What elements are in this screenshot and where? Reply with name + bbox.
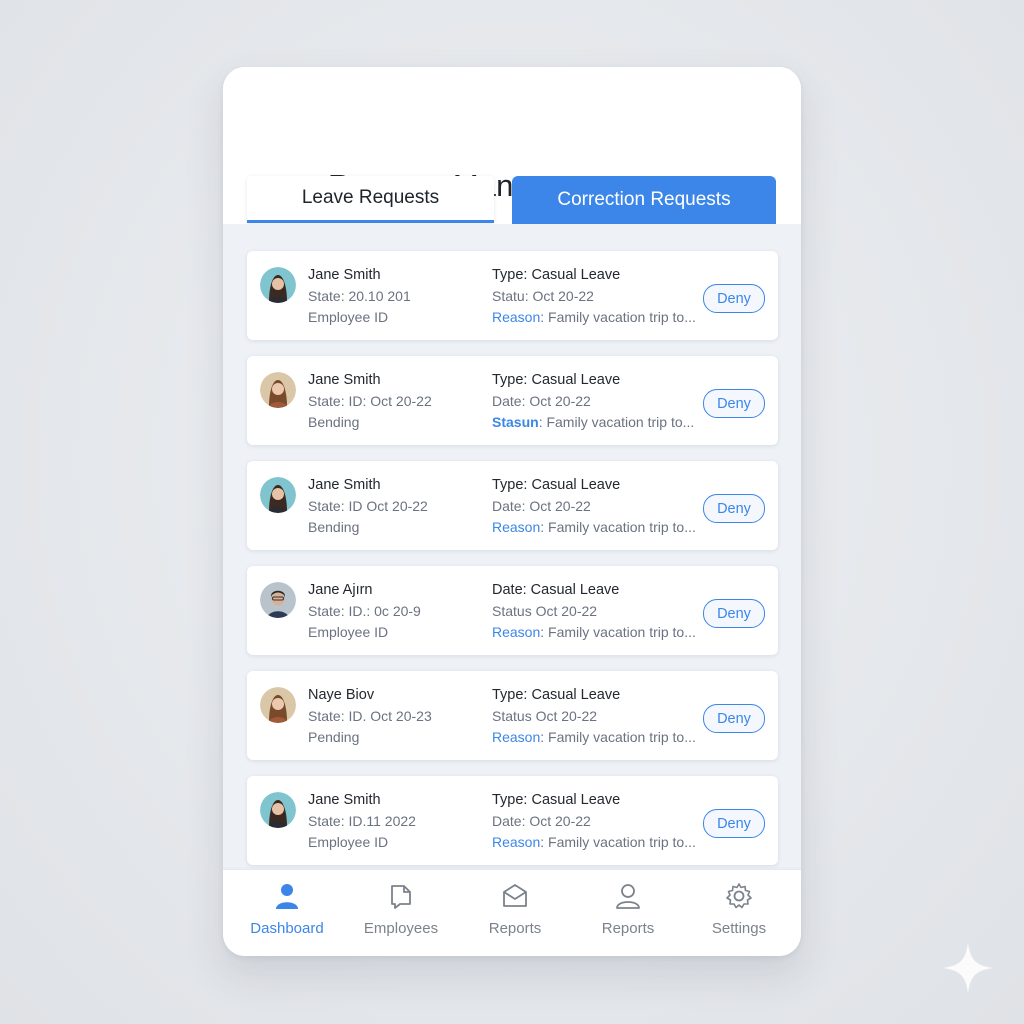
employee-name: Naye Biov (308, 687, 375, 703)
employee-name: Jane Smith (308, 372, 381, 388)
request-card[interactable]: Jane Smith State: ID.11 2022 Employee ID… (247, 776, 778, 865)
document-icon (391, 885, 411, 909)
reason-text: : Family vacation trip to... (540, 729, 696, 745)
reason-text: : Family vacation trip to... (540, 834, 696, 850)
sparkle-icon (942, 942, 994, 994)
employee-status: Bending (308, 519, 360, 535)
nav-label: Settings (711, 920, 767, 937)
employee-name: Jane Smith (308, 792, 381, 808)
nav-settings[interactable]: Settings (684, 870, 794, 956)
request-reason: Reason: Family vacation trip to... (492, 834, 696, 850)
reason-text: : Family vacation trip to... (540, 309, 696, 325)
reason-label: Reason (492, 309, 541, 325)
nav-reports-2[interactable]: Reports (573, 870, 683, 956)
employee-status: Bending (308, 414, 360, 430)
app-window: Request Management Leave Requests Correc… (223, 67, 801, 956)
request-type: Type: Casual Leave (492, 372, 621, 388)
nav-label: Reports (601, 920, 655, 937)
mail-icon (503, 884, 527, 907)
employee-status: Employee ID (308, 834, 389, 850)
reason-label: Reason (492, 834, 541, 850)
employee-status: Pending (308, 729, 360, 745)
nav-dashboard[interactable]: Dashboard (232, 870, 342, 956)
deny-button[interactable]: Deny (703, 389, 765, 418)
employee-state: State: ID.11 2022 (308, 813, 416, 829)
nav-label: Dashboard (250, 920, 324, 937)
reason-label: Reason (492, 519, 541, 535)
employee-status: Employee ID (308, 624, 389, 640)
employee-state: State: ID.: 0c 20-9 (308, 603, 421, 619)
request-reason: Reason: Family vacation trip to... (492, 519, 696, 535)
request-list: Jane Smith State: 20.10 201 Employee ID … (223, 224, 801, 870)
request-card[interactable]: Jane Smith State: ID Oct 20-22 Bending T… (247, 461, 778, 550)
request-date: Date: Oct 20-22 (492, 813, 591, 829)
reason-text: : Family vacation trip to... (540, 624, 696, 640)
request-type: Type: Casual Leave (492, 792, 621, 808)
reason-text: : Family vacation trip to... (540, 519, 696, 535)
nav-reports[interactable]: Reports (460, 870, 570, 956)
request-date: Statu: Oct 20-22 (492, 288, 594, 304)
deny-button[interactable]: Deny (703, 704, 765, 733)
reason-label: Reason (492, 624, 541, 640)
deny-button[interactable]: Deny (703, 494, 765, 523)
reason-label: Stasun (492, 414, 539, 430)
employee-state: State: ID Oct 20-22 (308, 498, 428, 514)
avatar (260, 372, 296, 408)
request-type: Type: Casual Leave (492, 477, 621, 493)
avatar (260, 792, 296, 828)
employee-name: Jane Smith (308, 477, 381, 493)
deny-button[interactable]: Deny (703, 284, 765, 313)
employee-state: State: ID: Oct 20-22 (308, 393, 432, 409)
deny-button[interactable]: Deny (703, 599, 765, 628)
employee-state: State: 20.10 201 (308, 288, 411, 304)
header: Request Management Leave Requests Correc… (223, 67, 801, 235)
nav-label: Employees (363, 920, 439, 937)
nav-label: Reports (488, 920, 542, 937)
bottom-navigation: Dashboard Employees Reports Reports Sett… (223, 870, 801, 956)
gear-icon (726, 883, 752, 909)
employee-state: State: ID. Oct 20-23 (308, 708, 432, 724)
tab-correction-requests[interactable]: Correction Requests (512, 176, 776, 224)
request-reason: Reason: Family vacation trip to... (492, 309, 696, 325)
request-type: Type: Casual Leave (492, 267, 621, 283)
request-type: Type: Casual Leave (492, 687, 621, 703)
avatar (260, 267, 296, 303)
person-icon (276, 884, 298, 909)
user-outline-icon (616, 884, 640, 909)
request-reason: Reason: Family vacation trip to... (492, 624, 696, 640)
avatar (260, 582, 296, 618)
avatar (260, 477, 296, 513)
nav-employees[interactable]: Employees (346, 870, 456, 956)
request-date: Date: Oct 20-22 (492, 498, 591, 514)
reason-label: Reason (492, 729, 541, 745)
request-date: Status Oct 20-22 (492, 603, 598, 619)
request-date: Status Oct 20-22 (492, 708, 598, 724)
request-card[interactable]: Jane Smith State: ID: Oct 20-22 Bending … (247, 356, 778, 445)
request-card[interactable]: Naye Biov State: ID. Oct 20-23 Pending T… (247, 671, 778, 760)
avatar (260, 687, 296, 723)
request-reason: Stasun: Family vacation trip to... (492, 414, 694, 430)
request-reason: Reason: Family vacation trip to... (492, 729, 696, 745)
request-card[interactable]: Jane Ajırn State: ID.: 0c 20-9 Employee … (247, 566, 778, 655)
employee-name: Jane Ajırn (308, 582, 373, 598)
request-card[interactable]: Jane Smith State: 20.10 201 Employee ID … (247, 251, 778, 340)
request-type: Date: Casual Leave (492, 582, 620, 598)
deny-button[interactable]: Deny (703, 809, 765, 838)
employee-name: Jane Smith (308, 267, 381, 283)
employee-status: Employee ID (308, 309, 389, 325)
request-date: Date: Oct 20-22 (492, 393, 591, 409)
reason-text: : Family vacation trip to... (538, 414, 695, 430)
tab-leave-requests[interactable]: Leave Requests (247, 176, 494, 223)
